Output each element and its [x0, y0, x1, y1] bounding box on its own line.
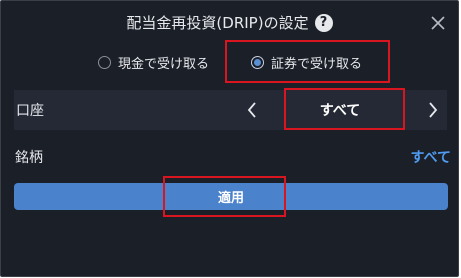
radio-checked-icon	[251, 56, 264, 69]
close-icon-graphic	[431, 16, 445, 30]
radio-receive-cash[interactable]: 現金で受け取る	[98, 53, 209, 72]
brand-all-link[interactable]: すべて	[411, 147, 451, 167]
dialog-title: 配当金再投資(DRIP)の設定	[126, 14, 309, 32]
drip-settings-dialog: 配当金再投資(DRIP)の設定 ? 現金で受け取る 証券で受け取る 口座 すべて	[0, 0, 459, 277]
account-label: 口座	[16, 103, 44, 119]
chevron-left-icon	[247, 102, 256, 118]
chevron-right-icon	[429, 102, 438, 118]
account-next-button[interactable]	[422, 98, 444, 122]
title-group: 配当金再投資(DRIP)の設定 ?	[1, 12, 458, 33]
account-prev-button[interactable]	[241, 98, 263, 122]
radio-receive-securities[interactable]: 証券で受け取る	[251, 53, 362, 72]
radio-label-securities: 証券で受け取る	[271, 57, 363, 72]
brand-row: 銘柄 すべて	[14, 143, 451, 167]
apply-button[interactable]: 適用	[14, 183, 448, 210]
brand-label: 銘柄	[15, 150, 43, 166]
title-bar: 配当金再投資(DRIP)の設定 ?	[1, 1, 458, 45]
help-icon[interactable]: ?	[314, 13, 333, 32]
account-selector: 口座 すべて	[14, 90, 447, 130]
radio-label-cash: 現金で受け取る	[118, 57, 210, 72]
payout-option-group: 現金で受け取る 証券で受け取る	[1, 45, 458, 81]
account-value: すべて	[319, 103, 361, 119]
radio-unchecked-icon	[98, 56, 111, 69]
close-icon[interactable]	[428, 13, 448, 33]
